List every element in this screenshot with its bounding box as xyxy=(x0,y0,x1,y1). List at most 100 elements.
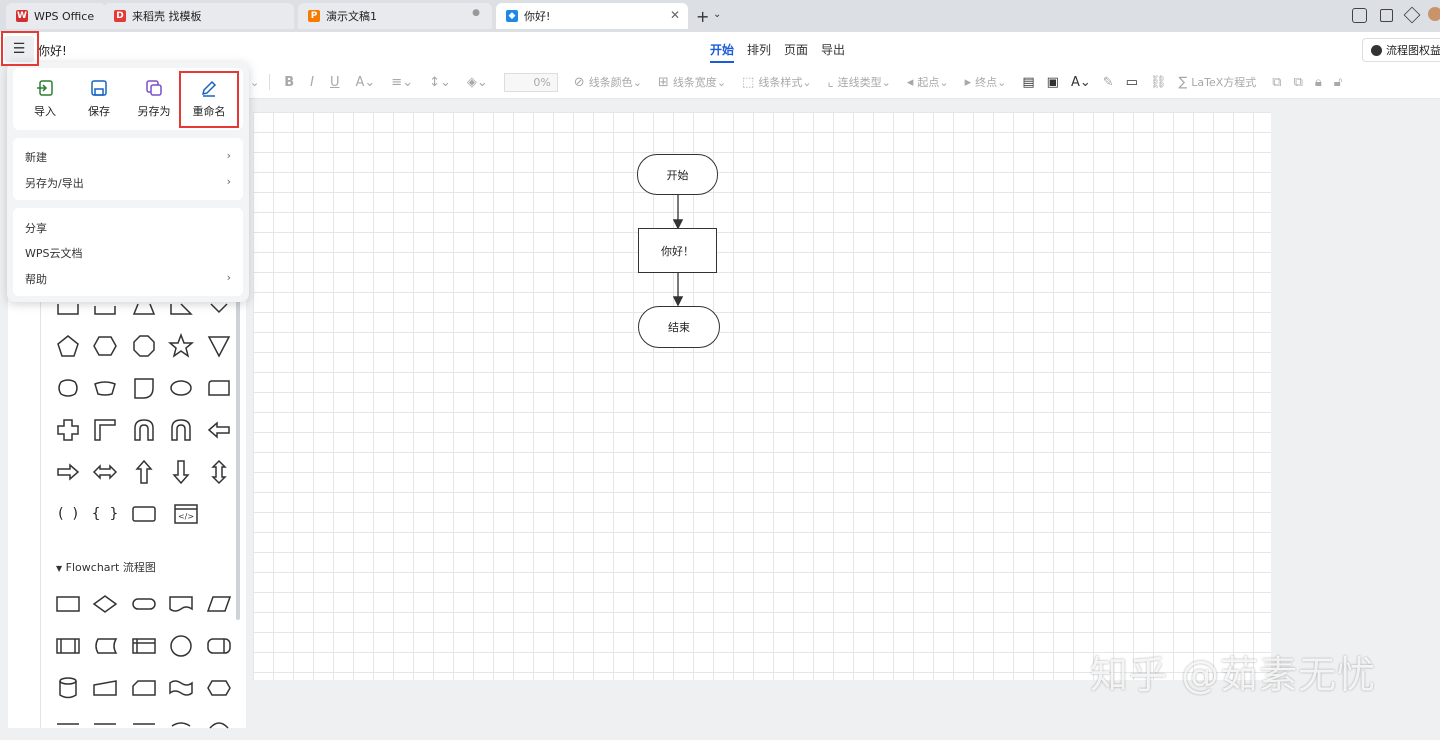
italic-icon[interactable]: I xyxy=(310,75,314,90)
flow-shape-partial[interactable] xyxy=(130,712,158,740)
diagram-canvas[interactable]: 开始 你好！ 结束 xyxy=(253,112,1271,680)
layout-icon[interactable]: ▤ xyxy=(1022,75,1034,90)
shape-flat-rect[interactable] xyxy=(130,500,158,528)
panel-scrollbar[interactable] xyxy=(236,290,240,620)
bold-icon[interactable]: B xyxy=(284,75,294,90)
shape-braces[interactable]: { } xyxy=(91,500,119,528)
import-button[interactable]: 导入 xyxy=(19,68,71,130)
shape-ellipse[interactable] xyxy=(167,374,195,402)
shape-code-block-icon[interactable]: </> xyxy=(172,500,200,528)
flow-shape-partial[interactable] xyxy=(91,712,119,740)
menu-tab-start[interactable]: 开始 xyxy=(710,41,735,63)
latex-button[interactable]: ∑ LaTeX方程式 xyxy=(1178,74,1256,90)
flowchart-benefits-button[interactable]: 流程图权益 xyxy=(1362,38,1440,62)
cube-icon[interactable] xyxy=(1403,6,1421,24)
menu-tab-export[interactable]: 导出 xyxy=(821,41,845,58)
save-as-button[interactable]: 另存为 xyxy=(128,68,180,130)
shape-trapezoid-curve[interactable] xyxy=(91,374,119,402)
flow-internal-storage[interactable] xyxy=(130,632,158,660)
copy-style-icon[interactable]: ⧉ xyxy=(1272,75,1281,90)
shape-star[interactable] xyxy=(167,332,195,360)
shape-pentagon[interactable] xyxy=(54,332,82,360)
start-point-dropdown[interactable]: ◂ 起点 ⌄ xyxy=(907,74,949,90)
tab-list-chevron-icon[interactable]: ⌄ xyxy=(713,9,721,20)
tab-wps-office[interactable]: W WPS Office xyxy=(6,3,106,29)
tab-docer[interactable]: D 来稻壳 找模板 xyxy=(104,3,294,29)
shape-corner[interactable] xyxy=(91,416,119,444)
shape-left-arrow[interactable] xyxy=(205,416,233,444)
new-tab-plus-icon[interactable]: + xyxy=(696,7,709,26)
flowchart-process-node[interactable]: 你好！ xyxy=(638,228,717,273)
shape-hexagon[interactable] xyxy=(91,332,119,360)
flow-manual-input[interactable] xyxy=(91,674,119,702)
shape-u-turn[interactable] xyxy=(130,416,158,444)
flow-shape-partial[interactable] xyxy=(205,712,233,740)
shape-inverted-triangle[interactable] xyxy=(205,332,233,360)
lock-icon[interactable]: 🔒︎ xyxy=(1315,75,1322,90)
flow-document[interactable] xyxy=(167,590,195,618)
menu-tab-page[interactable]: 页面 xyxy=(784,41,808,58)
edit-style-icon[interactable]: ✎ xyxy=(1103,75,1114,90)
flow-decision[interactable] xyxy=(91,590,119,618)
font-color-icon[interactable]: A⌄ xyxy=(356,75,376,90)
text-style-icon[interactable]: A⌄ xyxy=(1071,75,1091,90)
align-icon[interactable]: ≡⌄ xyxy=(391,75,413,90)
shape-arch[interactable] xyxy=(167,416,195,444)
shape-octagon[interactable] xyxy=(130,332,158,360)
flow-card[interactable] xyxy=(130,674,158,702)
menu-item-new[interactable]: 新建 › xyxy=(25,149,231,165)
menu-item-wps-cloud[interactable]: WPS云文档 xyxy=(25,245,231,261)
menu-tab-arrange[interactable]: 排列 xyxy=(747,41,771,58)
flow-terminator[interactable] xyxy=(130,590,158,618)
flow-shape-partial[interactable] xyxy=(167,712,195,740)
shape-rounded-rect[interactable] xyxy=(205,374,233,402)
close-tab-icon[interactable]: ✕ xyxy=(670,8,680,22)
flow-stored-data[interactable] xyxy=(91,632,119,660)
chevron-down-icon[interactable]: ⌄ xyxy=(250,76,259,89)
flowchart-start-node[interactable]: 开始 xyxy=(637,154,718,195)
flow-predefined[interactable] xyxy=(54,632,82,660)
user-avatar[interactable] xyxy=(1428,7,1440,21)
line-spacing-icon[interactable]: ↕⌄ xyxy=(429,75,451,90)
screenshot-icon[interactable] xyxy=(1352,8,1367,23)
end-point-dropdown[interactable]: ▸ 终点 ⌄ xyxy=(965,74,1007,90)
flow-shape-partial[interactable] xyxy=(54,712,82,740)
shape-double-arrow[interactable] xyxy=(91,458,119,486)
shape-cloud[interactable] xyxy=(54,374,82,402)
line-width-dropdown[interactable]: ⊞ 线条宽度 ⌄ xyxy=(658,74,726,90)
flow-punched-tape[interactable] xyxy=(167,674,195,702)
flowchart-section-header[interactable]: ▼ Flowchart 流程图 xyxy=(56,559,156,575)
fill-color-icon[interactable]: ◈⌄ xyxy=(467,75,488,90)
flow-display[interactable] xyxy=(205,632,233,660)
opacity-input[interactable]: 0% xyxy=(503,72,558,92)
flow-preparation[interactable] xyxy=(205,674,233,702)
line-color-dropdown[interactable]: ⊘ 线条颜色 ⌄ xyxy=(574,74,642,90)
save-button[interactable]: 保存 xyxy=(73,68,125,130)
shape-right-arrow[interactable] xyxy=(54,458,82,486)
flow-connector[interactable] xyxy=(167,632,195,660)
shape-brackets[interactable]: ( ) xyxy=(54,500,82,528)
underline-icon[interactable]: U xyxy=(330,75,340,90)
shape-cross[interactable] xyxy=(54,416,82,444)
shape-delay[interactable] xyxy=(130,374,158,402)
flow-process[interactable] xyxy=(54,590,82,618)
tab-presentation[interactable]: P 演示文稿1 ● xyxy=(298,3,492,29)
flowchart-end-node[interactable]: 结束 xyxy=(638,306,720,348)
menu-item-help[interactable]: 帮助 › xyxy=(25,271,231,287)
shape-up-arrow[interactable] xyxy=(130,458,158,486)
link-icon[interactable]: ⛓ xyxy=(1150,75,1167,90)
flow-database[interactable] xyxy=(54,674,82,702)
unlock-icon[interactable]: 🔓︎ xyxy=(1334,75,1342,90)
connector-type-dropdown[interactable]: ⌞ 连线类型 ⌄ xyxy=(828,74,891,90)
menu-item-save-as-export[interactable]: 另存为/导出 › xyxy=(25,175,231,191)
document-title[interactable]: 你好! xyxy=(38,42,67,59)
image-icon[interactable]: ▣ xyxy=(1047,75,1059,90)
comment-icon[interactable]: ▭ xyxy=(1126,75,1138,90)
shape-up-down-arrow[interactable] xyxy=(205,458,233,486)
group-icon[interactable]: ⧉ xyxy=(1294,75,1303,90)
window-restore-icon[interactable] xyxy=(1380,9,1393,22)
flow-data[interactable] xyxy=(205,590,233,618)
menu-item-share[interactable]: 分享 xyxy=(25,220,231,236)
shape-down-arrow[interactable] xyxy=(167,458,195,486)
line-style-dropdown[interactable]: ⬚ 线条样式 ⌄ xyxy=(742,74,812,90)
